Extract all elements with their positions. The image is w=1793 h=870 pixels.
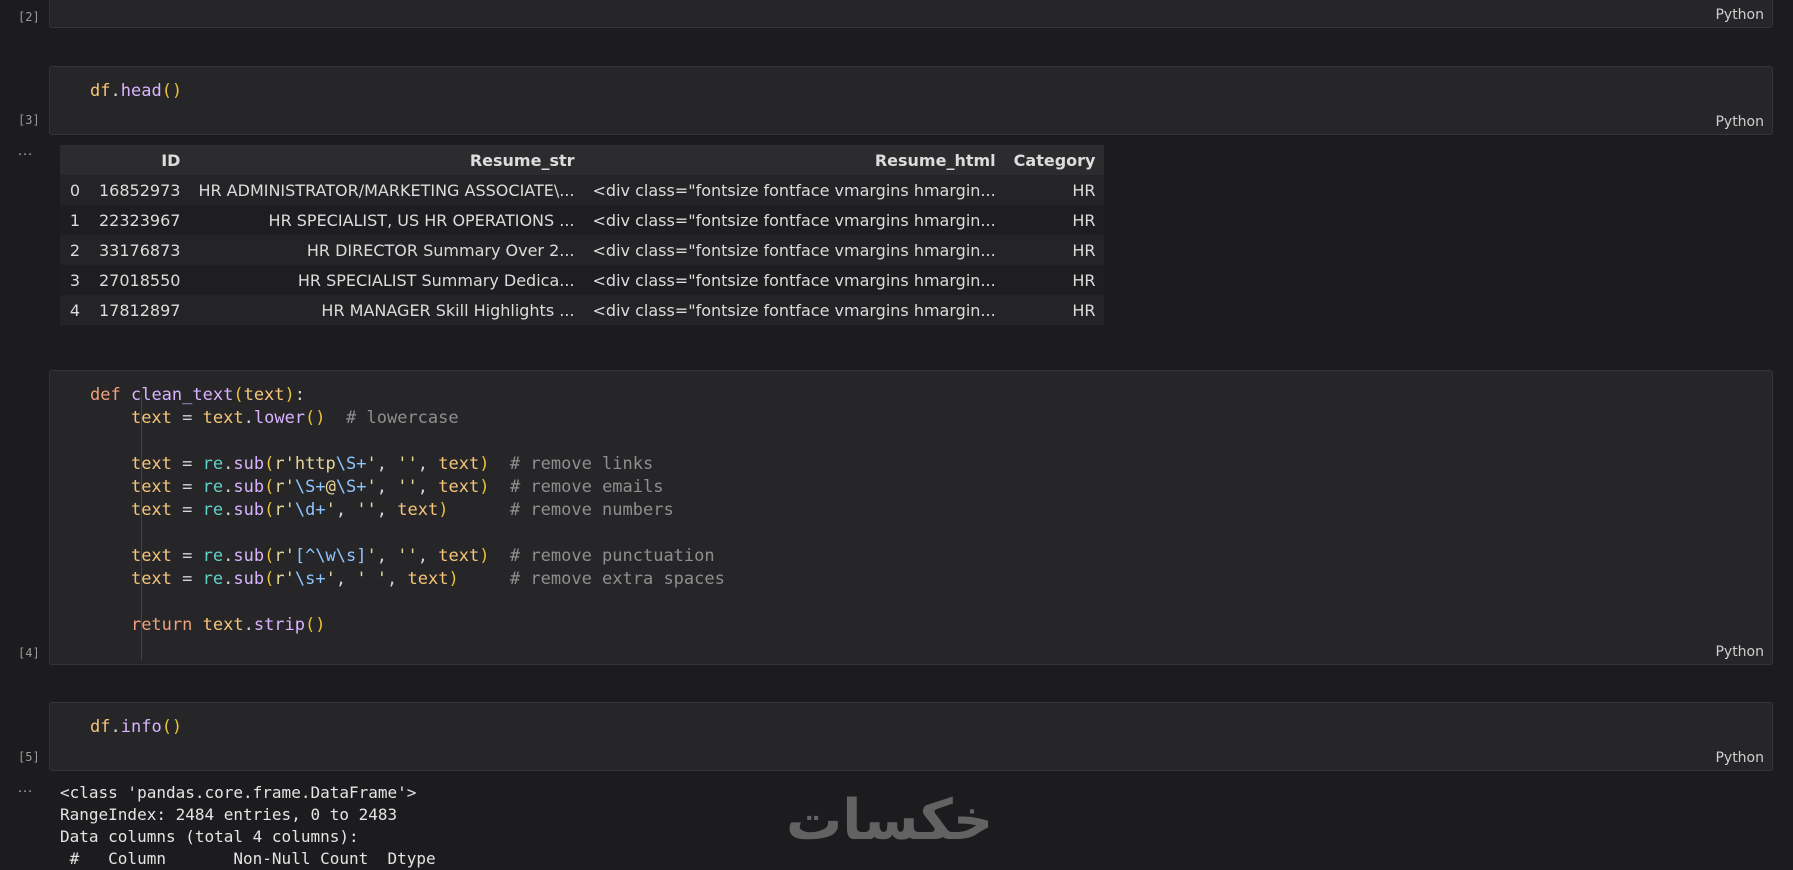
- table-cell: 17812897: [90, 295, 190, 325]
- table-cell: HR DIRECTOR Summary Over 2...: [189, 235, 584, 265]
- table-cell: 27018550: [90, 265, 190, 295]
- code-cell-3[interactable]: df.head() Python: [49, 66, 1773, 135]
- table-row: 0 16852973 HR ADMINISTRATOR/MARKETING AS…: [60, 175, 1105, 205]
- table-cell: HR: [1004, 295, 1105, 325]
- table-cell: HR ADMINISTRATOR/MARKETING ASSOCIATE\...: [189, 175, 584, 205]
- table-cell: 22323967: [90, 205, 190, 235]
- info-output: <class 'pandas.core.frame.DataFrame'> Ra…: [60, 783, 436, 868]
- table-cell: 0: [60, 175, 90, 205]
- execution-count: [2]: [18, 10, 40, 24]
- cell-language-label[interactable]: Python: [1715, 644, 1764, 660]
- table-cell: <div class="fontsize fontface vmargins h…: [583, 265, 1005, 295]
- table-cell: HR: [1004, 175, 1105, 205]
- table-cell: <div class="fontsize fontface vmargins h…: [583, 205, 1005, 235]
- table-header: Resume_str: [189, 145, 584, 175]
- table-cell: HR SPECIALIST Summary Dedica...: [189, 265, 584, 295]
- table-header: ID: [90, 145, 190, 175]
- table-cell: 3: [60, 265, 90, 295]
- table-cell: 4: [60, 295, 90, 325]
- table-cell: 1: [60, 205, 90, 235]
- table-row: 2 33176873 HR DIRECTOR Summary Over 2...…: [60, 235, 1105, 265]
- execution-count: [5]: [18, 750, 40, 764]
- code-cell-4[interactable]: def clean_text(text): text = text.lower(…: [49, 370, 1773, 665]
- table-cell: <div class="fontsize fontface vmargins h…: [583, 295, 1005, 325]
- cell-language-label[interactable]: Python: [1715, 114, 1764, 130]
- table-cell: HR: [1004, 235, 1105, 265]
- table-cell: HR MANAGER Skill Highlights ...: [189, 295, 584, 325]
- table-cell: 16852973: [90, 175, 190, 205]
- cell-language-label[interactable]: Python: [1715, 7, 1764, 23]
- table-row: 1 22323967 HR SPECIALIST, US HR OPERATIO…: [60, 205, 1105, 235]
- table-cell: HR SPECIALIST, US HR OPERATIONS ...: [189, 205, 584, 235]
- table-cell: <div class="fontsize fontface vmargins h…: [583, 235, 1005, 265]
- code-cell-5[interactable]: df.info() Python: [49, 702, 1773, 771]
- table-header: Resume_html: [583, 145, 1005, 175]
- execution-count: [3]: [18, 113, 40, 127]
- dataframe-table: ID Resume_str Resume_html Category 0 168…: [60, 145, 1105, 325]
- table-row: 3 27018550 HR SPECIALIST Summary Dedica.…: [60, 265, 1105, 295]
- output-more-icon[interactable]: …: [17, 142, 34, 160]
- code-cell-2[interactable]: Python: [49, 0, 1773, 28]
- table-header-row: ID Resume_str Resume_html Category: [60, 145, 1105, 175]
- table-cell: HR: [1004, 265, 1105, 295]
- table-cell: 2: [60, 235, 90, 265]
- watermark-logo: خكسات: [786, 788, 994, 853]
- cell-code[interactable]: def clean_text(text): text = text.lower(…: [90, 384, 725, 637]
- table-cell: 33176873: [90, 235, 190, 265]
- table-cell: HR: [1004, 205, 1105, 235]
- cell-code[interactable]: df.info(): [90, 716, 182, 739]
- cell-language-label[interactable]: Python: [1715, 750, 1764, 766]
- table-header: Category: [1004, 145, 1105, 175]
- table-cell: <div class="fontsize fontface vmargins h…: [583, 175, 1005, 205]
- table-row: 4 17812897 HR MANAGER Skill Highlights .…: [60, 295, 1105, 325]
- cell-code[interactable]: df.head(): [90, 80, 182, 103]
- table-header: [60, 145, 90, 175]
- output-more-icon[interactable]: …: [17, 779, 34, 797]
- execution-count: [4]: [18, 646, 40, 660]
